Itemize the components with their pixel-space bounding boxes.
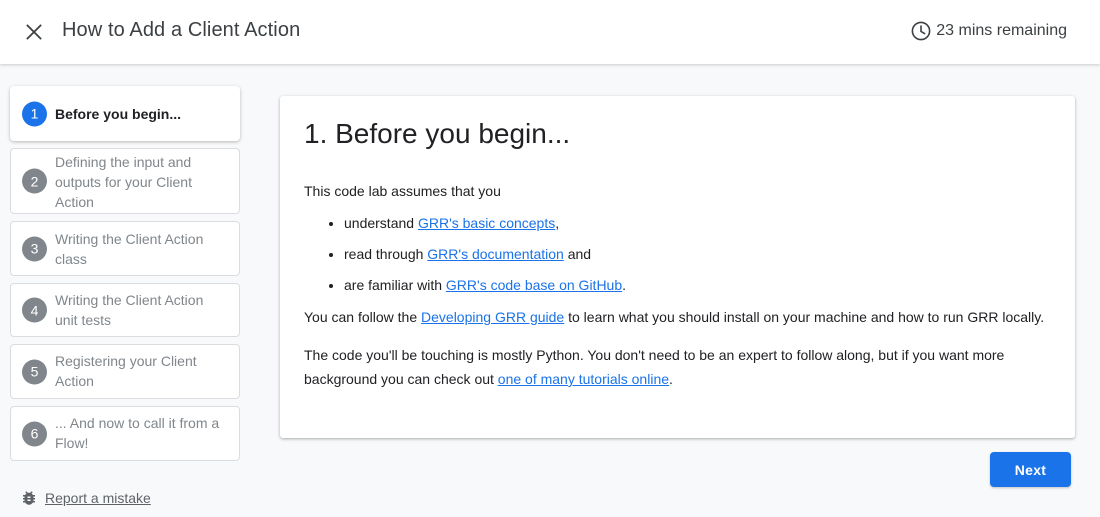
text: understand bbox=[344, 215, 418, 231]
bug-icon bbox=[23, 491, 35, 505]
text: . bbox=[622, 277, 627, 293]
paragraph: The code you'll be touching is mostly Py… bbox=[304, 343, 1051, 391]
close-button[interactable] bbox=[20, 18, 48, 46]
clock-icon bbox=[911, 21, 931, 41]
report-mistake-link[interactable]: Report a mistake bbox=[20, 489, 151, 507]
time-remaining: 23 mins remaining bbox=[911, 21, 1067, 41]
text: read through bbox=[344, 246, 428, 262]
step-number: 2 bbox=[22, 168, 47, 194]
step-content-card: 1. Before you begin... This code lab ass… bbox=[280, 96, 1075, 438]
link-grr-github[interactable]: GRR's code base on GitHub bbox=[446, 277, 622, 293]
step-6[interactable]: 6 ... And now to call it from a Flow! bbox=[10, 406, 240, 461]
step-heading: 1. Before you begin... bbox=[304, 118, 571, 149]
list-item: are familiar with GRR's code base on Git… bbox=[344, 273, 1051, 297]
prerequisites-list: understand GRR's basic concepts, read th… bbox=[344, 211, 1051, 297]
step-2[interactable]: 2 Defining the input and outputs for you… bbox=[10, 148, 240, 214]
text: . bbox=[669, 371, 673, 387]
step-number: 1 bbox=[22, 101, 47, 126]
step-4[interactable]: 4 Writing the Client Action unit tests bbox=[10, 283, 240, 337]
link-tutorials-online[interactable]: one of many tutorials online bbox=[498, 371, 669, 387]
step-3[interactable]: 3 Writing the Client Action class bbox=[10, 221, 240, 276]
text: , bbox=[555, 215, 560, 231]
step-number: 4 bbox=[22, 297, 47, 323]
time-remaining-text: 23 mins remaining bbox=[936, 22, 1067, 39]
step-number: 5 bbox=[22, 359, 47, 384]
intro-text: This code lab assumes that you bbox=[304, 183, 501, 199]
link-grr-basic-concepts[interactable]: GRR's basic concepts bbox=[418, 215, 555, 231]
report-mistake-label: Report a mistake bbox=[45, 490, 151, 506]
link-grr-documentation[interactable]: GRR's documentation bbox=[427, 246, 564, 262]
top-app-bar: How to Add a Client Action 23 mins remai… bbox=[0, 0, 1100, 64]
text: and bbox=[563, 246, 592, 262]
text: are familiar with bbox=[344, 277, 446, 293]
step-number: 3 bbox=[22, 236, 47, 261]
list-item: understand GRR's basic concepts, bbox=[344, 211, 1051, 235]
link-developing-grr-guide[interactable]: Developing GRR guide bbox=[421, 309, 564, 325]
paragraph: You can follow the Developing GRR guide … bbox=[304, 305, 1051, 329]
step-1[interactable]: 1 Before you begin... bbox=[10, 86, 240, 141]
close-icon bbox=[26, 24, 42, 40]
next-button[interactable]: Next bbox=[990, 452, 1071, 487]
text: You can follow the bbox=[304, 309, 422, 325]
list-item: read through GRR's documentation and bbox=[344, 242, 1051, 266]
page-title: How to Add a Client Action bbox=[62, 19, 301, 41]
step-number: 6 bbox=[22, 421, 47, 446]
step-5[interactable]: 5 Registering your Client Action bbox=[10, 344, 240, 399]
text: to learn what you should install on your… bbox=[564, 309, 1045, 325]
steps-sidebar: 1 Before you begin... 2 Defining the inp… bbox=[10, 86, 241, 468]
